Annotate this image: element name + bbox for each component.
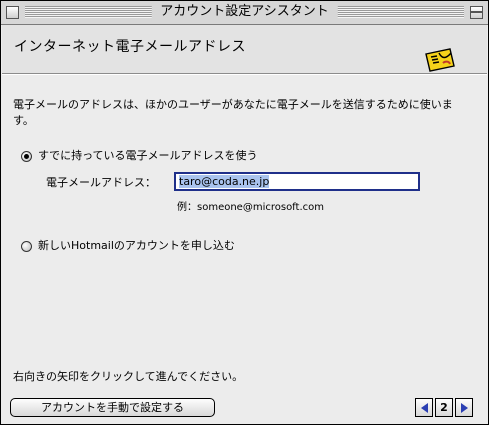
email-address-value: taro@coda.ne.jp bbox=[179, 175, 270, 188]
navigation-instruction: 右向きの矢印をクリックして進んでください。 bbox=[13, 370, 244, 383]
manual-setup-button[interactable]: アカウントを手動で設定する bbox=[10, 398, 215, 417]
new-hotmail-account-label[interactable]: 新しいHotmailのアカウントを申し込む bbox=[38, 238, 235, 254]
email-address-input[interactable]: taro@coda.ne.jp bbox=[174, 172, 420, 191]
outlook-express-logo-icon bbox=[425, 48, 455, 72]
new-hotmail-account-radio[interactable] bbox=[21, 241, 32, 252]
right-arrow-icon bbox=[460, 402, 468, 413]
collapse-box-icon[interactable] bbox=[470, 6, 483, 19]
left-arrow-icon bbox=[420, 402, 428, 413]
close-box-icon[interactable] bbox=[6, 6, 19, 19]
email-address-label: 電子メールアドレス： bbox=[46, 176, 156, 189]
use-existing-address-radio[interactable] bbox=[21, 151, 32, 162]
email-example-hint: 例：someone@microsoft.com bbox=[177, 202, 324, 213]
page-navigation: 2 bbox=[415, 398, 473, 417]
page-number: 2 bbox=[435, 398, 453, 417]
next-page-button[interactable] bbox=[455, 398, 473, 417]
window-title: アカウント設定アシスタント bbox=[151, 3, 338, 21]
section-title: インターネット電子メールアドレス bbox=[14, 39, 246, 55]
use-existing-address-label[interactable]: すでに持っている電子メールアドレスを使う bbox=[38, 148, 258, 164]
content-area: 電子メールのアドレスは、ほかのユーザーがあなたに電子メールを送信するために使いま… bbox=[1, 74, 488, 424]
step-header: インターネット電子メールアドレス bbox=[2, 25, 487, 74]
setup-assistant-window: アカウント設定アシスタント インターネット電子メールアドレス 電子メールのアドレ… bbox=[0, 0, 489, 425]
title-bar[interactable]: アカウント設定アシスタント bbox=[1, 1, 488, 25]
description-text: 電子メールのアドレスは、ほかのユーザーがあなたに電子メールを送信するために使いま… bbox=[13, 98, 453, 127]
previous-page-button[interactable] bbox=[415, 398, 433, 417]
